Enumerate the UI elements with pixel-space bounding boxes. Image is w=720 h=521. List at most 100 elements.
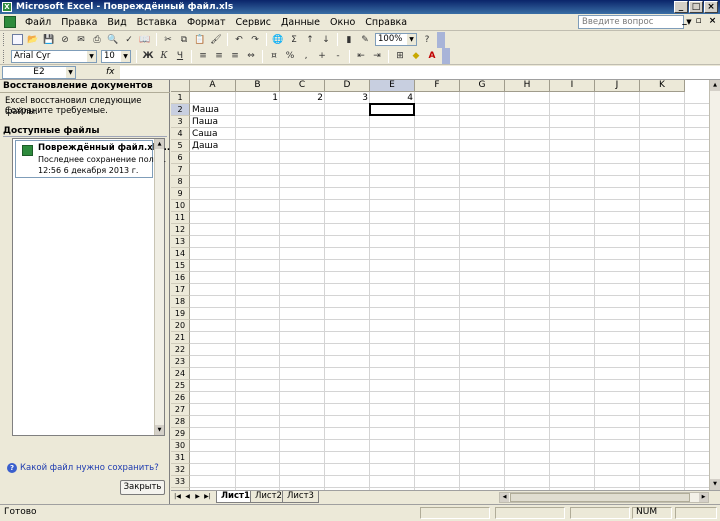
column-header-i[interactable]: I xyxy=(550,80,595,92)
row-header-6[interactable]: 6 xyxy=(171,152,190,164)
row-header-32[interactable]: 32 xyxy=(171,464,190,476)
column-header-d[interactable]: D xyxy=(325,80,370,92)
excel-document-icon[interactable] xyxy=(4,16,16,28)
toolbar-grip[interactable] xyxy=(3,49,6,63)
row-header-30[interactable]: 30 xyxy=(171,440,190,452)
scroll-down-icon[interactable]: ▼ xyxy=(155,425,164,435)
toolbar-grip[interactable] xyxy=(3,33,6,46)
cell-a5[interactable]: Даша xyxy=(190,140,236,152)
menu-window[interactable]: Окно xyxy=(325,15,360,30)
new-icon[interactable] xyxy=(10,33,24,47)
name-box[interactable]: E2 ▼ xyxy=(2,66,76,79)
prev-sheet-icon[interactable]: ◀ xyxy=(183,491,192,503)
scroll-right-icon[interactable]: ▶ xyxy=(699,493,708,502)
worksheet-grid[interactable]: ABCDEFGHIJK 1 2 3 4 5 6 7 8 9 10 11 12 13 14 15 16 17 18 1… xyxy=(171,80,709,490)
horizontal-scrollbar[interactable]: ◀ ▶ xyxy=(499,492,709,503)
column-header-a[interactable]: A xyxy=(190,80,236,92)
cut-icon[interactable]: ✂ xyxy=(161,33,175,47)
increase-indent-icon[interactable]: ⇥ xyxy=(370,49,384,63)
row-header-22[interactable]: 22 xyxy=(171,344,190,356)
row-header-13[interactable]: 13 xyxy=(171,236,190,248)
scroll-up-icon[interactable]: ▲ xyxy=(710,80,720,91)
menu-data[interactable]: Данные xyxy=(276,15,325,30)
last-sheet-icon[interactable]: ▶| xyxy=(203,491,212,503)
row-header-24[interactable]: 24 xyxy=(171,368,190,380)
row-header-20[interactable]: 20 xyxy=(171,320,190,332)
row-header-11[interactable]: 11 xyxy=(171,212,190,224)
scroll-up-icon[interactable]: ▲ xyxy=(155,139,164,149)
row-header-27[interactable]: 27 xyxy=(171,404,190,416)
fx-icon[interactable]: fx xyxy=(106,66,115,79)
row-header-9[interactable]: 9 xyxy=(171,188,190,200)
row-header-33[interactable]: 33 xyxy=(171,476,190,488)
sort-ascending-icon[interactable]: ↑ xyxy=(303,33,317,47)
sort-descending-icon[interactable]: ↓ xyxy=(319,33,333,47)
row-header-18[interactable]: 18 xyxy=(171,296,190,308)
column-header-c[interactable]: C xyxy=(280,80,325,92)
row-header-17[interactable]: 17 xyxy=(171,284,190,296)
column-header-f[interactable]: F xyxy=(415,80,460,92)
row-header-3[interactable]: 3 xyxy=(171,116,190,128)
row-header-10[interactable]: 10 xyxy=(171,200,190,212)
scroll-thumb[interactable] xyxy=(510,493,690,502)
align-center-icon[interactable]: ≡ xyxy=(212,49,226,63)
align-right-icon[interactable]: ≡ xyxy=(228,49,242,63)
cell-b1[interactable]: 1 xyxy=(236,92,280,104)
row-header-7[interactable]: 7 xyxy=(171,164,190,176)
doc-restore-button[interactable]: ▫ xyxy=(693,15,704,27)
row-header-19[interactable]: 19 xyxy=(171,308,190,320)
scroll-down-icon[interactable]: ▼ xyxy=(710,479,720,490)
cell-a2[interactable]: Маша xyxy=(190,104,236,116)
print-preview-icon[interactable]: 🔍 xyxy=(106,33,120,47)
merge-center-icon[interactable]: ⇔ xyxy=(244,49,258,63)
row-header-5[interactable]: 5 xyxy=(171,140,190,152)
formula-input[interactable] xyxy=(120,66,720,79)
percent-icon[interactable]: % xyxy=(283,49,297,63)
row-header-23[interactable]: 23 xyxy=(171,356,190,368)
autosum-icon[interactable]: Σ xyxy=(287,33,301,47)
row-header-16[interactable]: 16 xyxy=(171,272,190,284)
row-header-12[interactable]: 12 xyxy=(171,224,190,236)
row-header-25[interactable]: 25 xyxy=(171,380,190,392)
doc-minimize-button[interactable]: _ xyxy=(679,15,690,27)
sheet-tab-3[interactable]: Лист3 xyxy=(282,491,319,503)
column-header-b[interactable]: B xyxy=(236,80,280,92)
increase-decimal-icon[interactable]: + xyxy=(315,49,329,63)
menu-format[interactable]: Формат xyxy=(182,15,231,30)
vertical-scrollbar[interactable]: ▲ ▼ xyxy=(709,80,720,490)
column-header-h[interactable]: H xyxy=(505,80,550,92)
menu-edit[interactable]: Правка xyxy=(56,15,102,30)
align-left-icon[interactable]: ≡ xyxy=(196,49,210,63)
open-icon[interactable]: 📂 xyxy=(26,33,40,47)
font-size-select[interactable]: 10 ▼ xyxy=(101,49,131,63)
email-icon[interactable]: ✉ xyxy=(74,33,88,47)
first-sheet-icon[interactable]: |◀ xyxy=(173,491,182,503)
bold-button[interactable]: Ж xyxy=(141,49,155,63)
column-header-j[interactable]: J xyxy=(595,80,640,92)
hyperlink-icon[interactable]: 🌐 xyxy=(271,33,285,47)
maximize-button[interactable]: □ xyxy=(689,1,703,13)
drawing-icon[interactable]: ✎ xyxy=(358,33,372,47)
copy-icon[interactable]: ⧉ xyxy=(177,33,191,47)
zoom-select[interactable]: 100% ▼ xyxy=(375,33,417,46)
row-header-31[interactable]: 31 xyxy=(171,452,190,464)
font-name-select[interactable]: Arial Cyr ▼ xyxy=(11,49,97,63)
row-header-15[interactable]: 15 xyxy=(171,260,190,272)
menu-help[interactable]: Справка xyxy=(360,15,412,30)
chart-wizard-icon[interactable]: ▮ xyxy=(342,33,356,47)
menu-file[interactable]: Файл xyxy=(20,15,56,30)
toolbar-options-icon[interactable] xyxy=(442,48,450,64)
list-scrollbar[interactable]: ▲ ▼ xyxy=(154,139,164,435)
spelling-icon[interactable]: ✓ xyxy=(122,33,136,47)
menu-view[interactable]: Вид xyxy=(102,15,131,30)
font-color-icon[interactable]: A xyxy=(425,49,439,63)
menu-insert[interactable]: Вставка xyxy=(132,15,182,30)
row-header-28[interactable]: 28 xyxy=(171,416,190,428)
row-header-8[interactable]: 8 xyxy=(171,176,190,188)
active-cell[interactable] xyxy=(369,103,415,116)
italic-button[interactable]: К xyxy=(157,49,171,63)
row-header-14[interactable]: 14 xyxy=(171,248,190,260)
column-header-k[interactable]: K xyxy=(640,80,685,92)
row-header-21[interactable]: 21 xyxy=(171,332,190,344)
row-header-4[interactable]: 4 xyxy=(171,128,190,140)
